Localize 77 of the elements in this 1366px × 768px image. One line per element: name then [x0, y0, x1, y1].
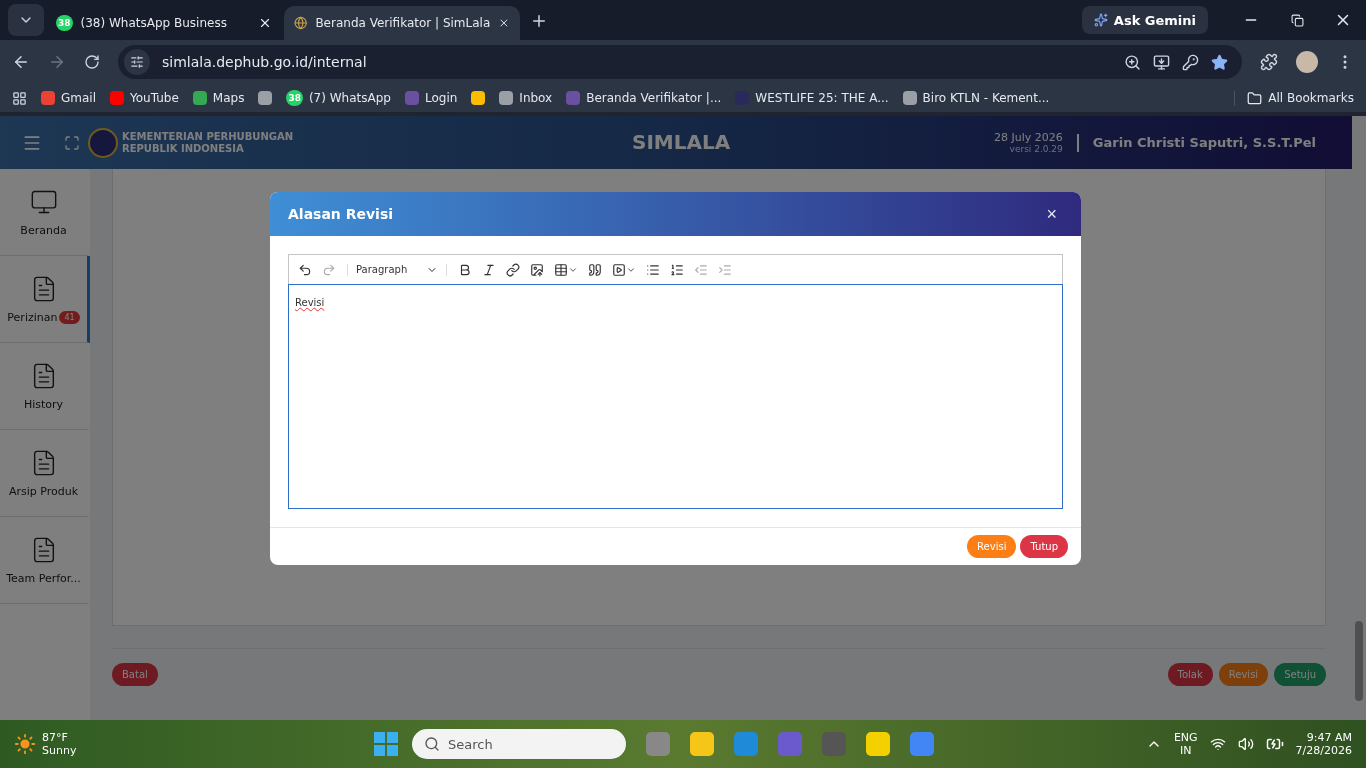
install-icon[interactable] — [1153, 53, 1170, 71]
close-icon[interactable] — [258, 16, 272, 30]
ministry-logo — [88, 127, 118, 158]
link-button[interactable] — [503, 260, 523, 279]
numbers-icon — [670, 262, 684, 277]
key-icon[interactable] — [1182, 53, 1199, 71]
profile-avatar[interactable] — [1296, 51, 1318, 73]
bookmark[interactable]: Beranda Verifikator |... — [566, 91, 722, 105]
link-icon — [506, 262, 520, 277]
star-icon[interactable] — [1211, 53, 1228, 71]
globe-icon — [294, 15, 308, 31]
bookmark[interactable]: Inbox — [499, 91, 553, 105]
start-icon[interactable] — [374, 732, 398, 756]
bookmark[interactable]: 38 (7) WhatsApp — [286, 90, 391, 106]
all-bookmarks-button[interactable]: All Bookmarks — [1234, 90, 1354, 106]
count-badge: 41 — [59, 310, 80, 324]
folder-icon[interactable] — [690, 732, 714, 756]
undo-icon — [298, 262, 312, 277]
bookmark[interactable]: Gmail — [41, 91, 96, 105]
image-icon — [530, 262, 544, 277]
fullscreen-icon[interactable] — [64, 134, 80, 151]
bookmark[interactable]: Biro KTLN - Kement... — [902, 91, 1050, 105]
bold-icon — [458, 262, 472, 277]
user-name: Garin Christi Saputri, S.S.T.Pel — [1092, 135, 1316, 150]
folder-icon — [1247, 90, 1263, 106]
close-button[interactable]: × — [1040, 202, 1063, 226]
volume-icon[interactable] — [1237, 736, 1254, 752]
bookmark[interactable]: YouTube — [110, 91, 179, 105]
dialog-button[interactable]: Tutup — [1020, 535, 1068, 558]
bookmark[interactable]: Login — [404, 91, 458, 105]
taskbar-search[interactable]: Search — [412, 729, 626, 759]
wifi-icon[interactable] — [1209, 736, 1226, 752]
extensions-icon[interactable] — [1260, 53, 1278, 71]
site-settings-icon[interactable] — [124, 49, 150, 75]
clock-date[interactable]: 7/28/2026 — [1295, 744, 1352, 757]
tab-search-button[interactable] — [8, 4, 44, 36]
sun-icon[interactable] — [14, 733, 36, 755]
org-name: KEMENTERIAN PERHUBUNGAN — [122, 130, 294, 143]
org-name: REPUBLIK INDONESIA — [122, 142, 245, 155]
version-text: versi 2.0.29 — [1009, 144, 1063, 154]
app-title: SIMLALA — [632, 130, 731, 154]
reload-icon[interactable] — [84, 54, 100, 70]
bookmark[interactable]: WESTLIFE 25: THE A... — [735, 91, 889, 105]
tab-favicon: 38 — [56, 15, 73, 31]
zoom-icon[interactable] — [1124, 53, 1141, 71]
redo-icon — [322, 262, 336, 277]
italic-icon — [482, 262, 496, 277]
region-text[interactable]: IN — [1180, 744, 1192, 757]
bookmark-icon[interactable] — [471, 91, 486, 105]
search-icon — [424, 736, 440, 752]
format-dropdown[interactable]: Paragraph — [347, 263, 447, 276]
media-icon — [612, 262, 626, 277]
new-tab-icon[interactable] — [530, 12, 548, 30]
outdent-icon — [694, 262, 708, 277]
ask-gemini-button[interactable]: Ask Gemini — [1081, 6, 1208, 34]
temperature: 87°F — [42, 731, 69, 744]
dialog-title: Alasan Revisi — [288, 206, 394, 222]
text-editor[interactable]: Revisi — [288, 284, 1063, 509]
bookmark[interactable]: Maps — [192, 91, 245, 105]
weather-text: Sunny — [42, 744, 77, 757]
browser-tab[interactable]: Beranda Verifikator | SimLala — [284, 6, 520, 40]
close-icon[interactable] — [498, 16, 510, 30]
address-bar[interactable]: simlala.dephub.go.id/internal — [118, 45, 1242, 79]
indent-icon — [718, 262, 732, 277]
forward-icon[interactable] — [48, 53, 66, 71]
current-date: 28 July 2026 — [994, 131, 1063, 144]
back-icon[interactable] — [12, 53, 30, 71]
quote-icon — [588, 262, 602, 277]
bookmark-icon[interactable] — [258, 91, 273, 105]
sticky-notes-icon[interactable] — [866, 732, 890, 756]
browser-tab[interactable]: 38 (38) WhatsApp Business — [46, 6, 282, 40]
table-icon — [554, 262, 568, 277]
clock-time[interactable]: 9:47 AM — [1306, 731, 1352, 744]
language-text[interactable]: ENG — [1173, 731, 1198, 744]
apps-icon[interactable] — [12, 90, 27, 106]
sparkle-icon — [1093, 13, 1108, 27]
bullets-icon — [646, 262, 660, 277]
